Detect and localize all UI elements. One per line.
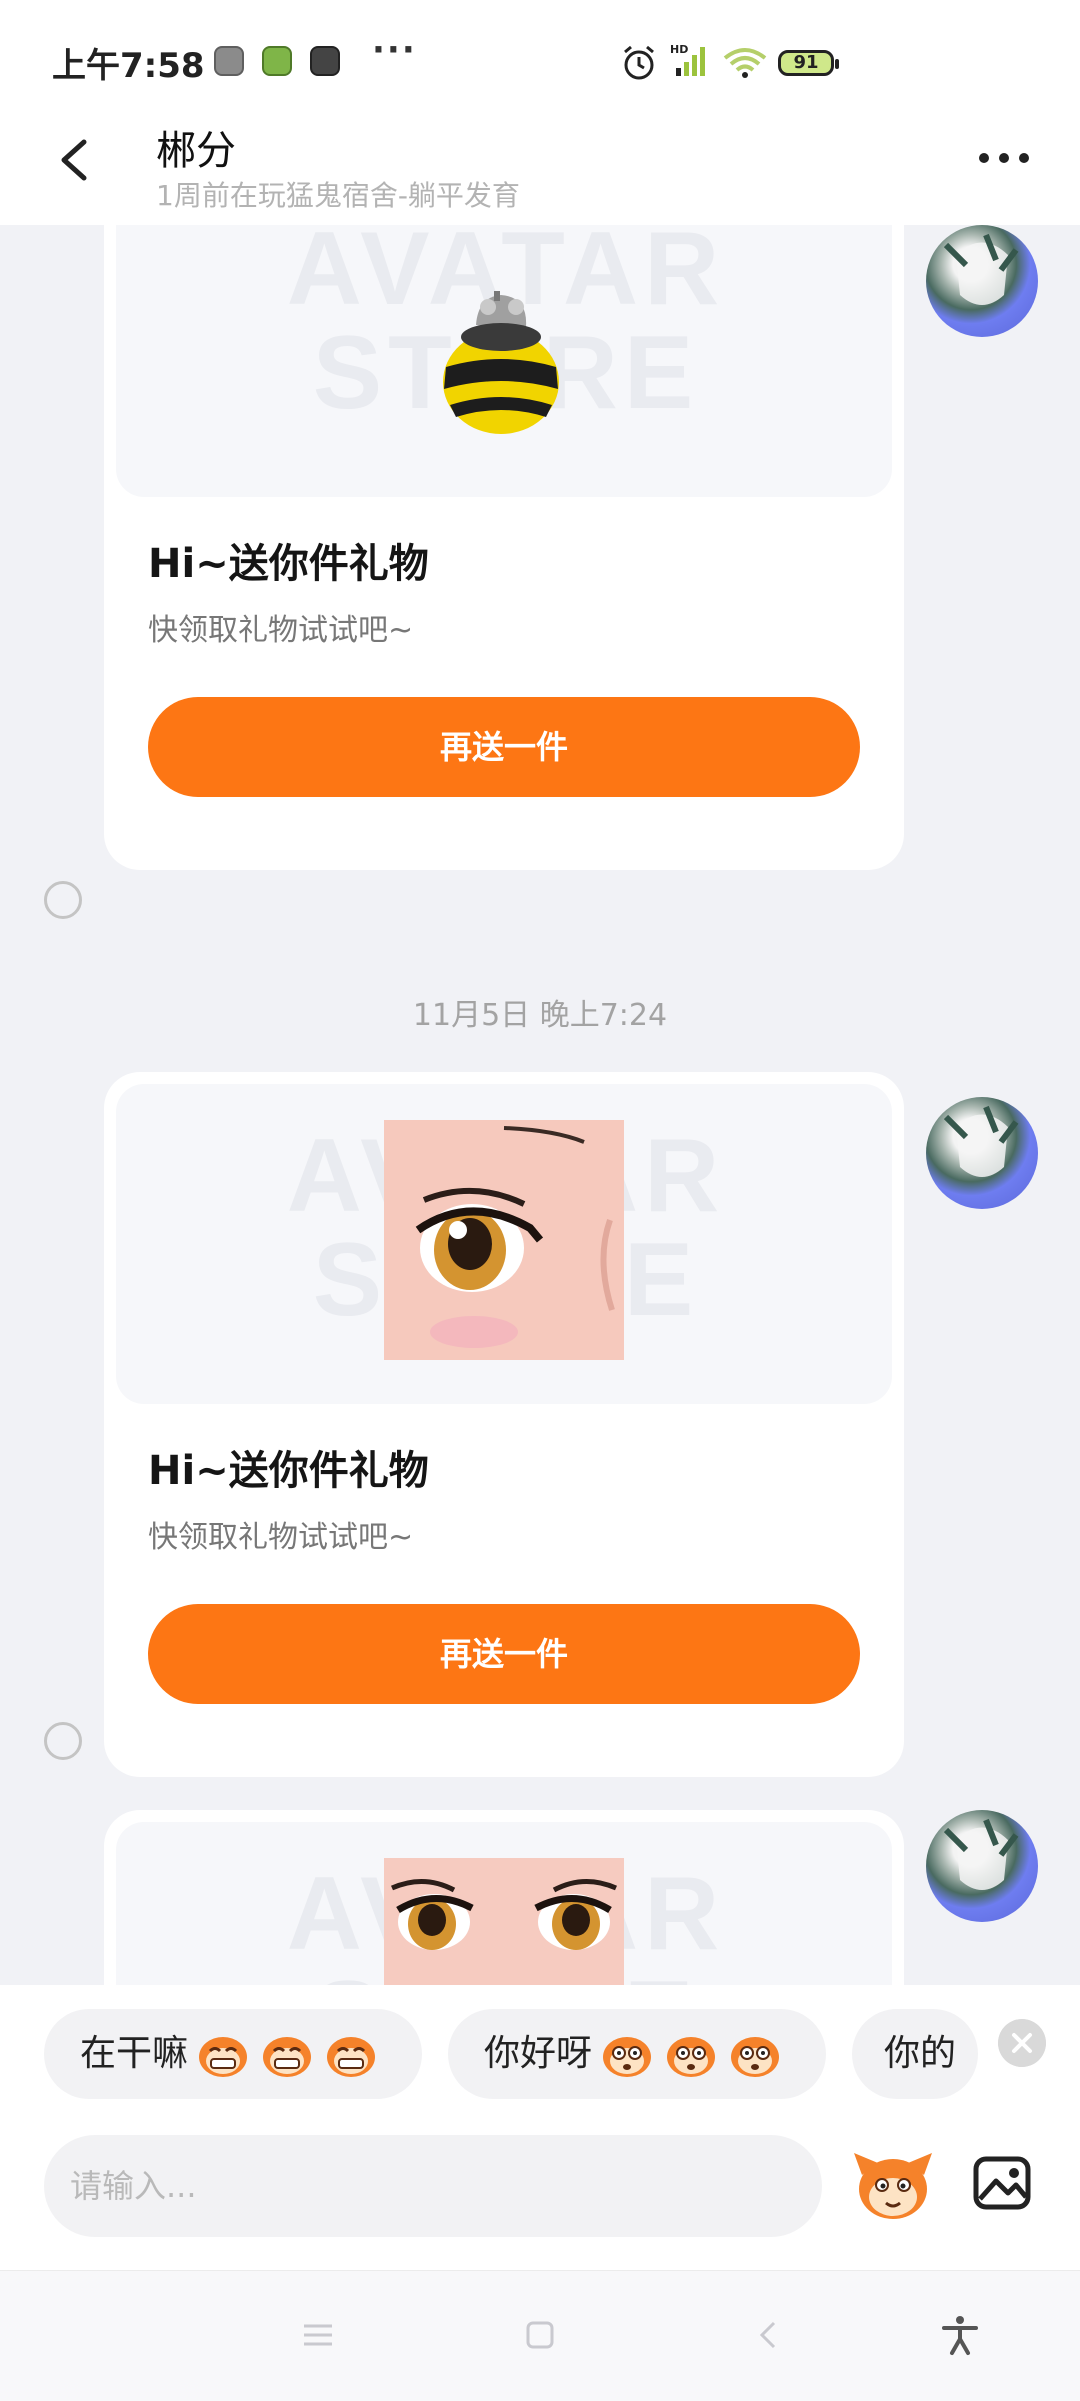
notification-app-icon bbox=[262, 46, 292, 76]
network-type-label: HD bbox=[670, 43, 688, 56]
gift-description: 快领取礼物试试吧~ bbox=[148, 613, 414, 648]
contact-name: 郴分 bbox=[156, 128, 236, 174]
select-message-radio[interactable] bbox=[44, 881, 82, 919]
gift-card[interactable]: AVATARSTORE Hi~送你件礼物 快领取礼物试试吧~ 再送一件 bbox=[104, 1072, 904, 1777]
status-time: 上午7:58 bbox=[52, 46, 205, 86]
signal-icon: HD bbox=[670, 43, 705, 76]
bee-gift-icon bbox=[443, 291, 559, 434]
wide-eye-monkey-emoji-icon bbox=[731, 2037, 779, 2077]
avatar[interactable] bbox=[926, 1097, 1038, 1209]
emoji-mascot-icon[interactable] bbox=[852, 2145, 934, 2225]
quick-reply-chip[interactable]: 在干嘛 bbox=[44, 2009, 422, 2099]
gift-title: Hi~送你件礼物 bbox=[148, 1448, 429, 1494]
resend-gift-button[interactable]: 再送一件 bbox=[148, 1604, 860, 1704]
gift-image: AVATARSTORE bbox=[116, 225, 892, 497]
gift-image: AVATARSTORE bbox=[116, 1822, 892, 1985]
quick-reply-chip[interactable]: 你好呀 bbox=[448, 2009, 826, 2099]
back-nav-icon[interactable] bbox=[748, 2315, 788, 2355]
contact-status: 1周前在玩猛鬼宿舍-躺平发育 bbox=[156, 179, 520, 212]
anime-eyes-gift-icon bbox=[384, 1858, 624, 1985]
status-more-icon: ··· bbox=[372, 30, 417, 70]
gift-title: Hi~送你件礼物 bbox=[148, 541, 429, 587]
battery-level: 91 bbox=[793, 52, 819, 73]
message-input-bar bbox=[0, 2115, 1080, 2270]
wide-eye-monkey-emoji-icon bbox=[603, 2037, 651, 2077]
battery-icon: 91 bbox=[778, 50, 839, 76]
close-quick-replies-icon[interactable] bbox=[998, 2019, 1046, 2067]
chat-message-list[interactable]: AVATARSTORE Hi~送你件礼物 快领取礼物试试吧~ 再送一件 11月5… bbox=[0, 225, 1080, 1985]
system-navigation-bar bbox=[0, 2270, 1080, 2401]
grin-monkey-emoji-icon bbox=[327, 2037, 375, 2077]
avatar[interactable] bbox=[926, 225, 1038, 337]
grin-monkey-emoji-icon bbox=[199, 2037, 247, 2077]
quick-reply-bar: 在干嘛 你好呀 你的 bbox=[0, 1985, 1080, 2115]
notification-app-icon bbox=[310, 46, 340, 76]
gift-card[interactable]: AVATARSTORE bbox=[104, 1810, 904, 1985]
back-icon[interactable] bbox=[52, 130, 96, 190]
notification-app-icon bbox=[214, 46, 244, 76]
image-picker-icon[interactable] bbox=[970, 2151, 1034, 2215]
quick-reply-chip[interactable]: 你的 bbox=[852, 2009, 978, 2099]
grin-monkey-emoji-icon bbox=[263, 2037, 311, 2077]
more-options-icon[interactable] bbox=[976, 146, 1032, 170]
message-timestamp: 11月5日 晚上7:24 bbox=[412, 998, 668, 1033]
quick-reply-text: 你好呀 bbox=[484, 2033, 593, 2074]
status-bar: 上午7:58 ··· HD 91 bbox=[0, 0, 1080, 110]
wide-eye-monkey-emoji-icon bbox=[667, 2037, 715, 2077]
menu-icon[interactable] bbox=[298, 2315, 338, 2355]
resend-gift-button[interactable]: 再送一件 bbox=[148, 697, 860, 797]
gift-card[interactable]: AVATARSTORE Hi~送你件礼物 快领取礼物试试吧~ 再送一件 bbox=[104, 225, 904, 870]
gift-description: 快领取礼物试试吧~ bbox=[148, 1520, 414, 1555]
select-message-radio[interactable] bbox=[44, 1722, 82, 1760]
gift-image: AVATARSTORE bbox=[116, 1084, 892, 1404]
message-input[interactable] bbox=[44, 2135, 822, 2237]
avatar[interactable] bbox=[926, 1810, 1038, 1922]
home-icon[interactable] bbox=[520, 2315, 560, 2355]
chat-header: 郴分 1周前在玩猛鬼宿舍-躺平发育 bbox=[0, 110, 1080, 225]
alarm-icon bbox=[624, 45, 654, 80]
anime-eye-gift-icon bbox=[384, 1120, 624, 1360]
accessibility-icon[interactable] bbox=[938, 2313, 982, 2357]
quick-reply-text: 在干嘛 bbox=[80, 2033, 189, 2074]
quick-reply-text: 你的 bbox=[884, 2033, 957, 2074]
wifi-icon bbox=[723, 48, 767, 78]
